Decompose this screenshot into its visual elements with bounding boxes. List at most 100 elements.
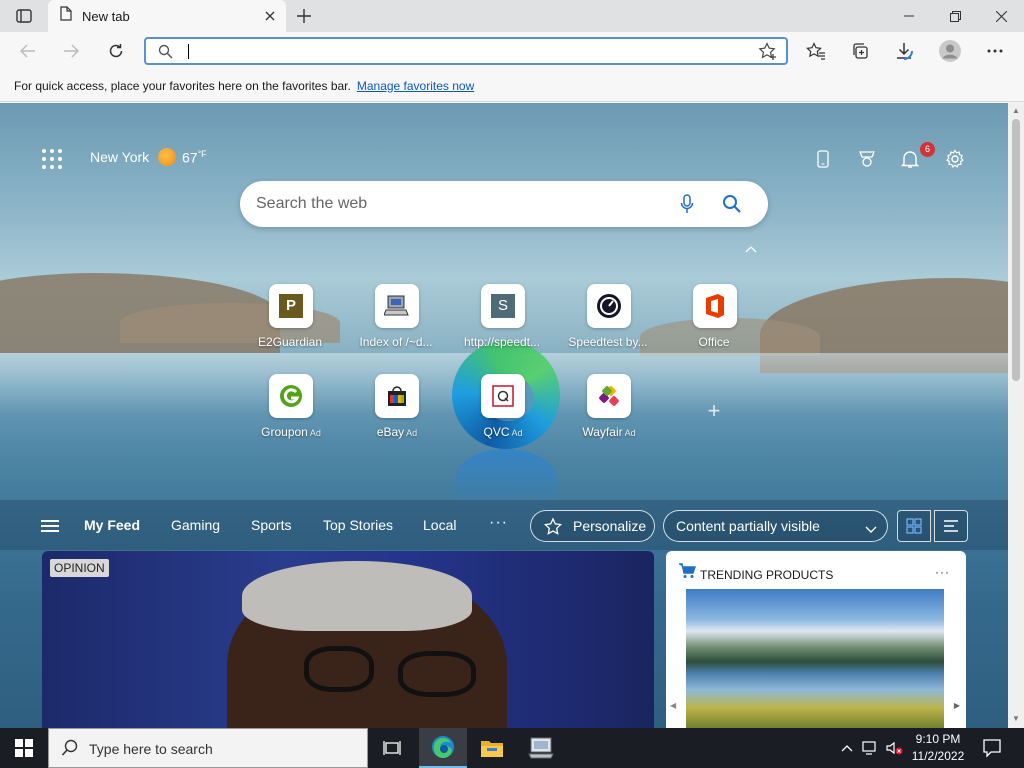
refresh-button[interactable] (102, 38, 130, 64)
microphone-icon[interactable] (676, 193, 698, 215)
restore-button[interactable] (932, 0, 978, 32)
feed-tab-my-feed[interactable]: My Feed (84, 517, 140, 533)
web-search-placeholder: Search the web (256, 195, 368, 212)
list-view-button[interactable] (934, 510, 968, 542)
feed-tab-gaming[interactable]: Gaming (171, 517, 220, 533)
close-window-button[interactable] (978, 0, 1024, 32)
personalize-button[interactable]: Personalize (530, 510, 655, 542)
scrollbar-thumb[interactable] (1012, 119, 1020, 381)
letter-p-icon: P (269, 284, 313, 328)
edge-browser-icon[interactable] (419, 728, 467, 768)
chevron-up-icon[interactable] (838, 740, 856, 756)
more-tabs-button[interactable]: ··· (489, 514, 508, 532)
task-view-icon[interactable] (368, 728, 416, 768)
weather-temperature[interactable]: 67°F (182, 149, 207, 166)
sparkle-star-icon (543, 517, 563, 537)
favorites-icon[interactable] (802, 38, 830, 64)
feed-tab-top-stories[interactable]: Top Stories (323, 517, 393, 533)
volume-muted-icon[interactable] (886, 740, 904, 756)
menu-icon[interactable] (41, 520, 59, 532)
quick-link-label: http://speedt... (463, 335, 541, 349)
quick-link-speedtest-url[interactable]: S http://speedt... (453, 284, 553, 364)
sun-icon[interactable] (158, 148, 176, 166)
taskbar: Type here to search 9:10 PM 11/2/2022 (0, 728, 1024, 768)
quick-link-qvc[interactable]: QVC Ad (453, 374, 553, 454)
search-icon (61, 739, 79, 757)
trending-products-title: TRENDING PRODUCTS (700, 568, 834, 582)
forward-button[interactable] (57, 38, 85, 64)
minimize-button[interactable] (886, 0, 932, 32)
scroll-up-icon[interactable]: ▲ (1011, 106, 1021, 116)
rewards-icon[interactable] (855, 147, 879, 171)
file-explorer-icon[interactable] (468, 728, 516, 768)
feed-tab-local[interactable]: Local (423, 517, 456, 533)
tab-actions-icon[interactable] (10, 7, 38, 25)
address-bar[interactable] (144, 37, 788, 65)
favorites-bar: For quick access, place your favorites h… (0, 70, 1024, 102)
manage-favorites-link[interactable]: Manage favorites now (357, 79, 474, 93)
taskbar-search-box[interactable]: Type here to search (48, 728, 368, 768)
collections-icon[interactable] (846, 38, 874, 64)
page-scrollbar[interactable]: ▲ ▼ (1008, 103, 1024, 728)
quick-link-label: Groupon Ad (261, 425, 321, 439)
carousel-next-icon[interactable]: ▶ (954, 701, 960, 710)
app-launcher-icon[interactable] (42, 149, 62, 169)
browser-toolbar (0, 32, 1024, 70)
notifications-bell-icon[interactable] (898, 147, 922, 171)
chevron-up-icon[interactable] (743, 243, 759, 255)
settings-more-icon[interactable] (981, 38, 1009, 64)
feed-tab-sports[interactable]: Sports (251, 517, 291, 533)
quick-link-office[interactable]: Office (665, 284, 765, 364)
new-tab-page: New York 67°F 6 Search the web P E2Guard… (0, 103, 1008, 728)
profile-avatar[interactable] (936, 38, 964, 64)
product-image[interactable] (686, 589, 944, 728)
quick-link-wayfair[interactable]: Wayfair Ad (559, 374, 659, 454)
trending-products-card[interactable]: TRENDING PRODUCTS ··· ◀ ▶ (666, 551, 966, 728)
search-icon[interactable] (720, 192, 744, 216)
quick-link-index[interactable]: Index of /~d... (347, 284, 447, 364)
taskbar-search-placeholder: Type here to search (89, 741, 213, 757)
grid-view-button[interactable] (897, 510, 931, 542)
add-quick-link-button[interactable]: + (704, 400, 724, 422)
card-more-options[interactable]: ··· (935, 565, 950, 579)
opinion-badge: OPINION (50, 559, 109, 577)
speedometer-icon (587, 284, 631, 328)
quick-link-e2guardian[interactable]: P E2Guardian (241, 284, 341, 364)
quick-link-label: Wayfair Ad (582, 425, 636, 439)
system-clock[interactable]: 9:10 PM 11/2/2022 (906, 731, 970, 765)
windows-start-icon[interactable] (0, 728, 48, 768)
web-search-box[interactable]: Search the web (240, 181, 768, 227)
computer-app-icon[interactable] (517, 728, 565, 768)
scroll-down-icon[interactable]: ▼ (1011, 714, 1021, 724)
content-visibility-label: Content partially visible (676, 518, 820, 534)
quick-link-label: Index of /~d... (359, 335, 433, 349)
letter-s-icon: S (481, 284, 525, 328)
content-visibility-dropdown[interactable]: Content partially visible (663, 510, 888, 542)
network-icon[interactable] (862, 740, 880, 756)
chevron-down-icon (865, 521, 877, 537)
quick-link-label: Speedtest by... (568, 335, 648, 349)
search-icon (158, 44, 173, 64)
gear-icon[interactable] (943, 147, 967, 171)
new-tab-button[interactable] (293, 6, 315, 26)
wayfair-icon (587, 374, 631, 418)
carousel-prev-icon[interactable]: ◀ (670, 701, 676, 710)
quick-link-ebay[interactable]: eBay Ad (347, 374, 447, 454)
weather-city[interactable]: New York (90, 149, 149, 165)
computer-icon (375, 284, 419, 328)
add-favorite-icon[interactable] (758, 42, 778, 66)
downloads-icon[interactable] (890, 38, 918, 64)
action-center-icon[interactable] (982, 738, 1002, 758)
qvc-icon (481, 374, 525, 418)
news-card[interactable]: OPINION (42, 551, 654, 728)
news-photo (398, 651, 476, 697)
page-icon (60, 6, 72, 26)
clock-date: 11/2/2022 (911, 749, 965, 763)
tab-new-tab[interactable]: New tab (48, 0, 286, 32)
quick-link-label: eBay Ad (376, 425, 418, 439)
back-button[interactable] (14, 38, 42, 64)
quick-link-groupon[interactable]: Groupon Ad (241, 374, 341, 454)
quick-link-speedtest[interactable]: Speedtest by... (559, 284, 659, 364)
close-tab-icon[interactable] (262, 8, 278, 24)
phone-icon[interactable] (811, 147, 835, 171)
